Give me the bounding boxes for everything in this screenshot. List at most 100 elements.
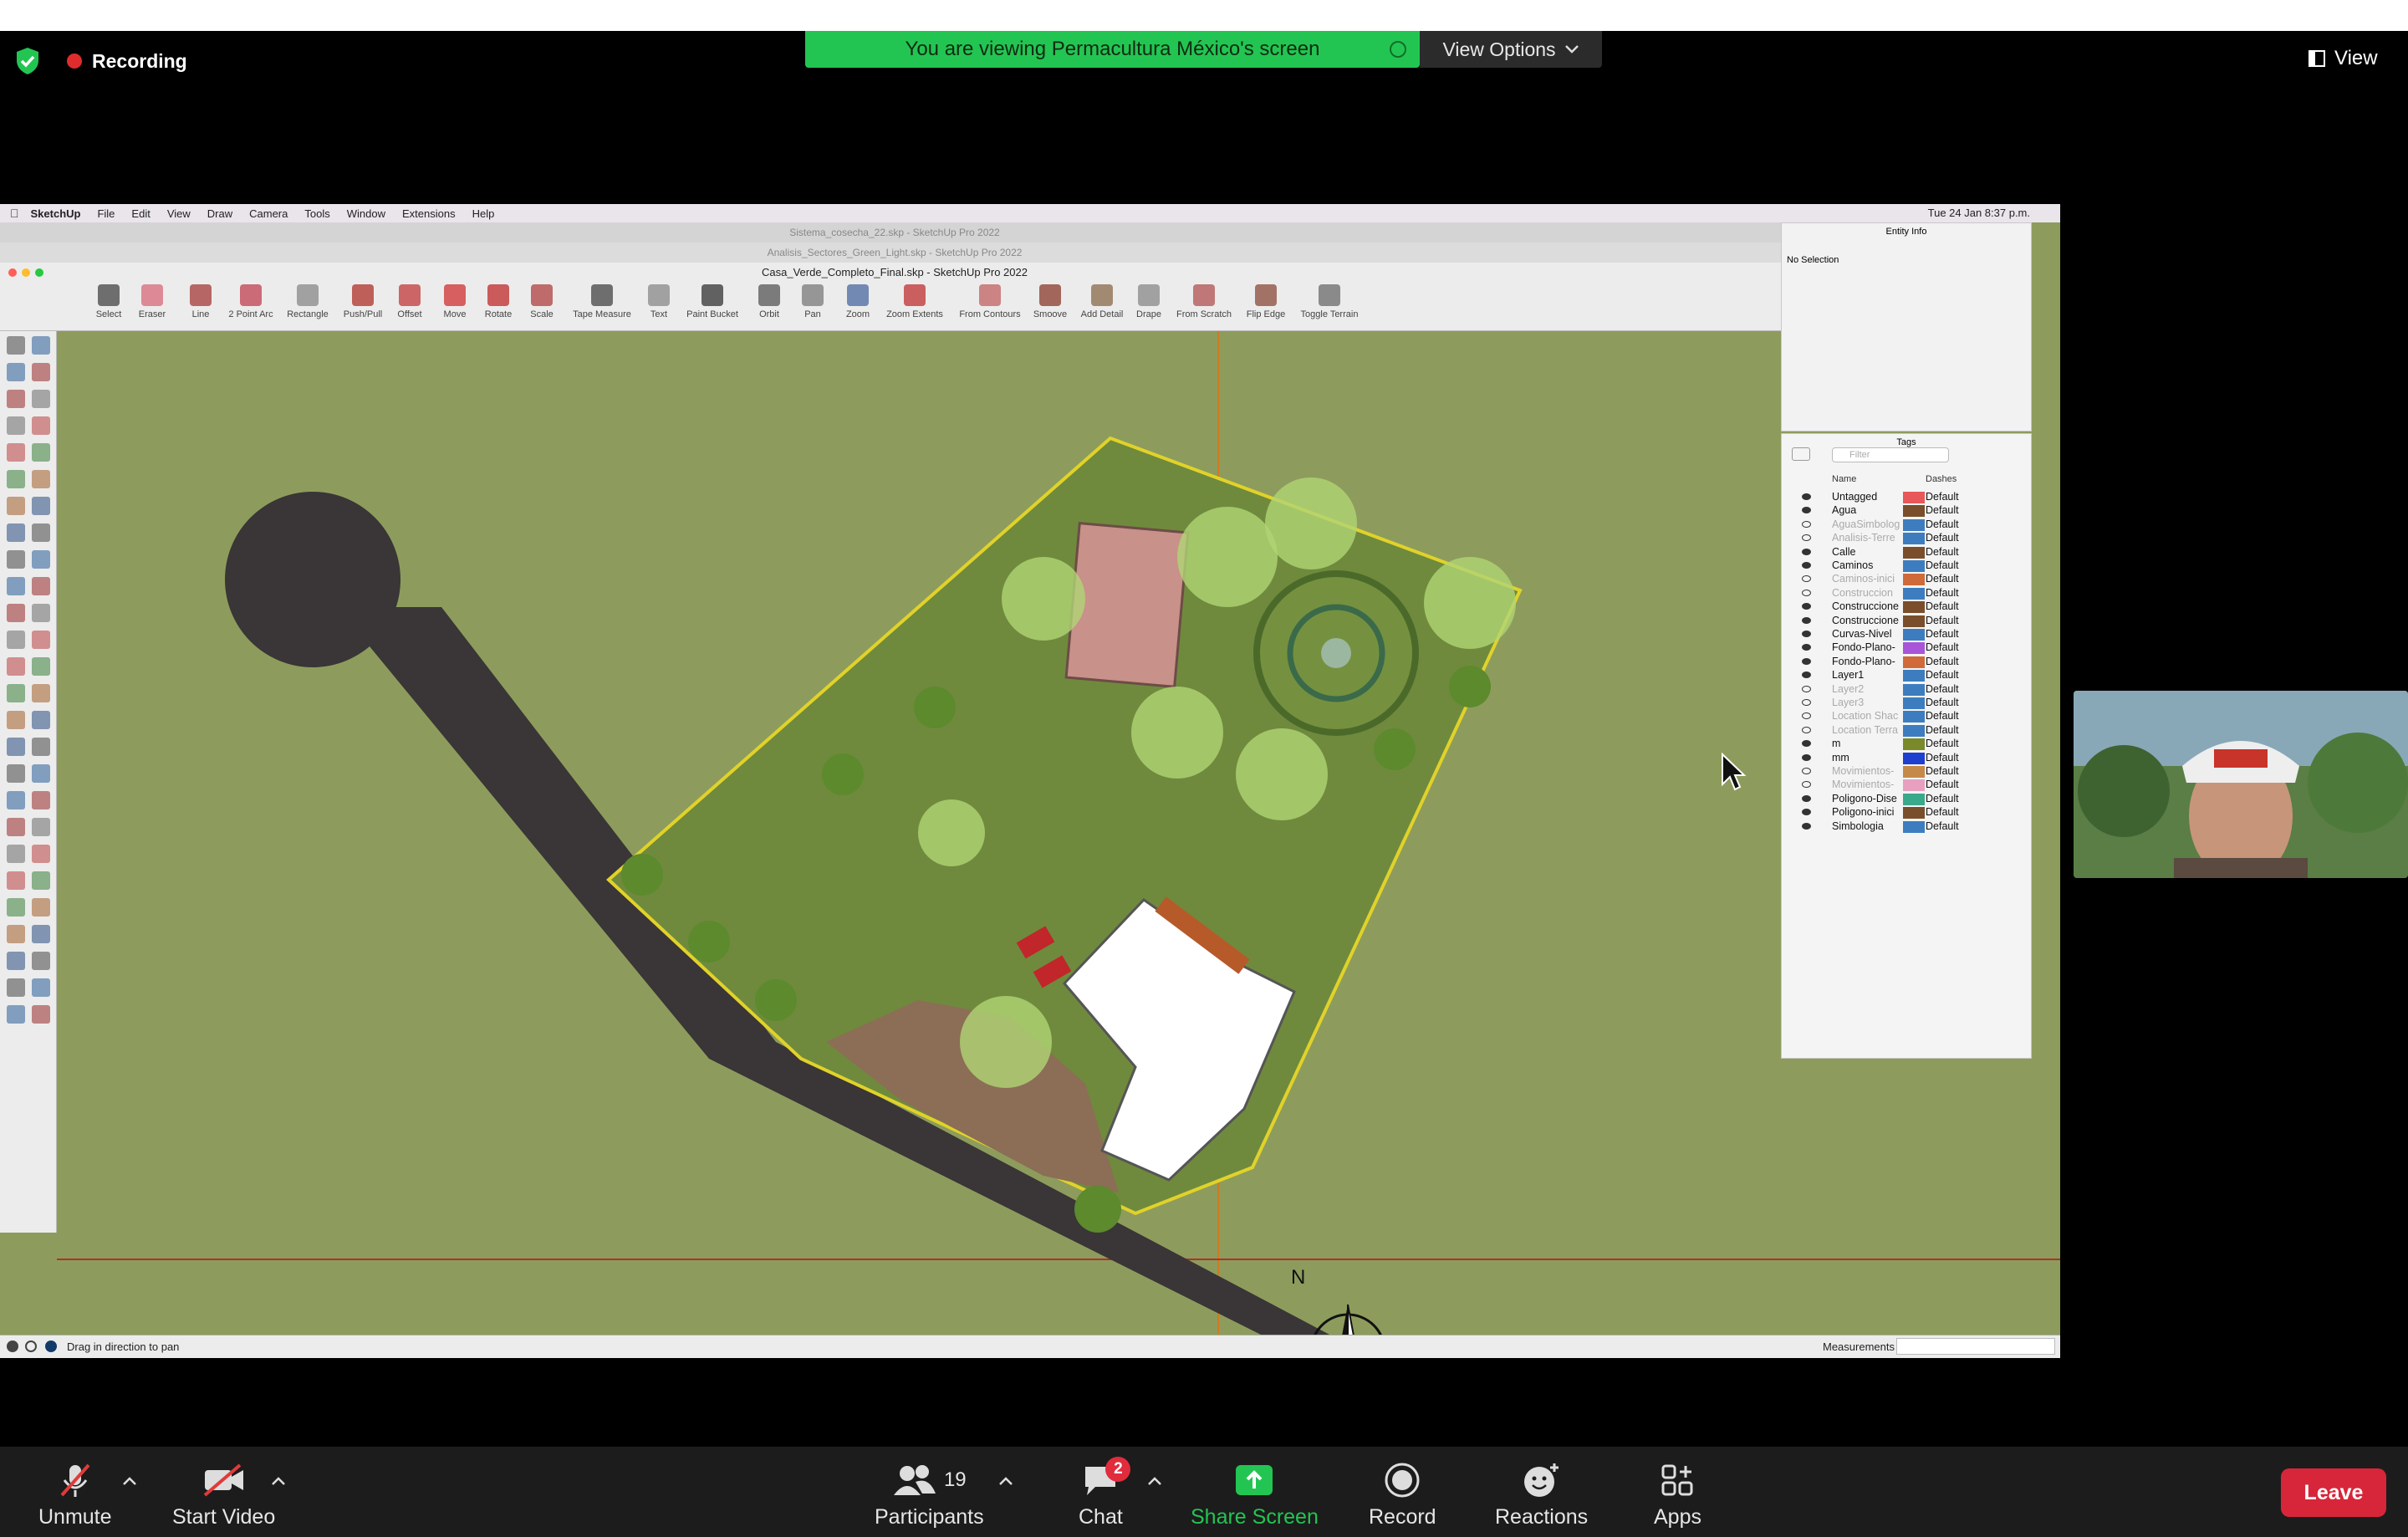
palette-tool-icon[interactable] [7, 925, 25, 943]
tags-col-name[interactable]: Name [1832, 474, 1856, 484]
tag-row[interactable]: Construccione Default [1782, 615, 2033, 628]
palette-tool-icon[interactable] [7, 684, 25, 702]
tag-dashes[interactable]: Default [1926, 779, 1959, 790]
apple-icon[interactable]:  [10, 207, 19, 220]
palette-tool-icon[interactable] [7, 818, 25, 836]
tool-drape[interactable]: Drape [1124, 284, 1174, 319]
palette-tool-icon[interactable] [7, 497, 25, 515]
palette-tool-icon[interactable] [32, 550, 50, 569]
tool-add-detail[interactable]: Add Detail [1077, 284, 1127, 319]
palette-tool-icon[interactable] [32, 711, 50, 729]
tag-row[interactable]: Agua Default [1782, 504, 2033, 518]
tag-row[interactable]: Simbologia Default [1782, 820, 2033, 834]
menu-help[interactable]: Help [472, 207, 495, 220]
palette-tool-icon[interactable] [7, 550, 25, 569]
tag-dashes[interactable]: Default [1926, 765, 1959, 777]
view-options-button[interactable]: View Options [1420, 31, 1602, 68]
palette-tool-icon[interactable] [32, 470, 50, 488]
minimize-window-icon[interactable] [22, 268, 30, 277]
unmute-button[interactable]: Unmute [38, 1462, 112, 1529]
tag-color-swatch[interactable] [1903, 752, 1925, 764]
tag-dashes[interactable]: Default [1926, 532, 1959, 544]
eye-hidden-icon[interactable] [1802, 699, 1811, 706]
geo-location-icon[interactable] [7, 1340, 18, 1352]
eye-visible-icon[interactable] [1802, 657, 1811, 665]
eye-hidden-icon[interactable] [1802, 589, 1811, 596]
tag-row[interactable]: Caminos Default [1782, 559, 2033, 573]
tag-dashes[interactable]: Default [1926, 615, 1959, 626]
measurements-field[interactable] [1896, 1338, 2055, 1355]
eye-visible-icon[interactable] [1802, 507, 1811, 514]
tag-color-swatch[interactable] [1903, 820, 1925, 833]
palette-tool-icon[interactable] [32, 523, 50, 542]
tag-row[interactable]: Movimientos- Default [1782, 779, 2033, 792]
3d-viewport[interactable]: N [57, 331, 2060, 1358]
tag-color-swatch[interactable] [1903, 697, 1925, 709]
palette-tool-icon[interactable] [32, 684, 50, 702]
tag-row[interactable]: AguaSimbolog Default [1782, 518, 2033, 532]
tag-color-swatch[interactable] [1903, 533, 1925, 545]
tag-color-swatch[interactable] [1903, 492, 1925, 503]
palette-tool-icon[interactable] [7, 416, 25, 435]
palette-tool-icon[interactable] [7, 336, 25, 355]
tag-row[interactable]: Analisis-Terre Default [1782, 532, 2033, 545]
tag-color-swatch[interactable] [1903, 518, 1925, 531]
tag-color-swatch[interactable] [1903, 615, 1925, 627]
eye-visible-icon[interactable] [1802, 644, 1811, 651]
tool-from-contours[interactable]: From Contours [959, 284, 1021, 319]
tag-row[interactable]: Construccione Default [1782, 600, 2033, 614]
palette-tool-icon[interactable] [32, 631, 50, 649]
tag-row[interactable]: Calle Default [1782, 546, 2033, 559]
tag-dashes[interactable]: Default [1926, 683, 1959, 695]
tag-color-swatch[interactable] [1903, 779, 1925, 792]
tag-dashes[interactable]: Default [1926, 752, 1959, 763]
tool-scale[interactable]: Scale [517, 284, 567, 319]
eye-visible-icon[interactable] [1802, 631, 1811, 637]
palette-tool-icon[interactable] [32, 925, 50, 943]
leave-button[interactable]: Leave [2281, 1468, 2386, 1517]
tag-color-swatch[interactable] [1903, 766, 1925, 778]
palette-tool-icon[interactable] [32, 363, 50, 381]
tag-row[interactable]: Layer3 Default [1782, 697, 2033, 710]
tag-dashes[interactable]: Default [1926, 738, 1959, 749]
eye-hidden-icon[interactable] [1802, 520, 1811, 528]
palette-tool-icon[interactable] [7, 1005, 25, 1024]
palette-tool-icon[interactable] [32, 390, 50, 408]
palette-tool-icon[interactable] [32, 416, 50, 435]
eye-hidden-icon[interactable] [1802, 534, 1811, 542]
tag-dashes[interactable]: Default [1926, 518, 1959, 530]
tag-dashes[interactable]: Default [1926, 641, 1959, 653]
chat-button[interactable]: 2 Chat [1079, 1457, 1131, 1529]
tool-tape-measure[interactable]: Tape Measure [573, 284, 631, 319]
palette-tool-icon[interactable] [32, 577, 50, 595]
tag-dashes[interactable]: Default [1926, 628, 1959, 640]
eye-visible-icon[interactable] [1802, 548, 1811, 555]
record-button[interactable]: Record [1369, 1462, 1436, 1529]
add-tag-icon[interactable] [1792, 447, 1810, 461]
tag-row[interactable]: Curvas-Nivel Default [1782, 628, 2033, 641]
tag-color-swatch[interactable] [1903, 587, 1925, 600]
tool-text[interactable]: Text [634, 284, 684, 319]
palette-tool-icon[interactable] [32, 738, 50, 756]
palette-tool-icon[interactable] [7, 898, 25, 917]
tool-offset[interactable]: Offset [385, 284, 435, 319]
tag-dashes[interactable]: Default [1926, 820, 1959, 832]
tag-color-swatch[interactable] [1903, 656, 1925, 668]
close-window-icon[interactable] [8, 268, 17, 277]
eye-visible-icon[interactable] [1802, 616, 1811, 624]
tag-color-swatch[interactable] [1903, 793, 1925, 805]
eye-visible-icon[interactable] [1802, 753, 1811, 761]
eye-hidden-icon[interactable] [1802, 768, 1811, 774]
tool-zoom[interactable]: Zoom [833, 284, 883, 319]
eye-hidden-icon[interactable] [1802, 781, 1811, 789]
start-video-button[interactable]: Start Video [172, 1462, 275, 1529]
apps-button[interactable]: Apps [1654, 1462, 1701, 1529]
palette-tool-icon[interactable] [7, 577, 25, 595]
tag-row[interactable]: Fondo-Plano- Default [1782, 641, 2033, 655]
palette-tool-icon[interactable] [32, 657, 50, 676]
chat-options-caret[interactable] [1147, 1475, 1162, 1490]
palette-tool-icon[interactable] [7, 952, 25, 970]
tool-2-point-arc[interactable]: 2 Point Arc [226, 284, 276, 319]
palette-tool-icon[interactable] [32, 791, 50, 809]
tool-orbit[interactable]: Orbit [744, 284, 794, 319]
